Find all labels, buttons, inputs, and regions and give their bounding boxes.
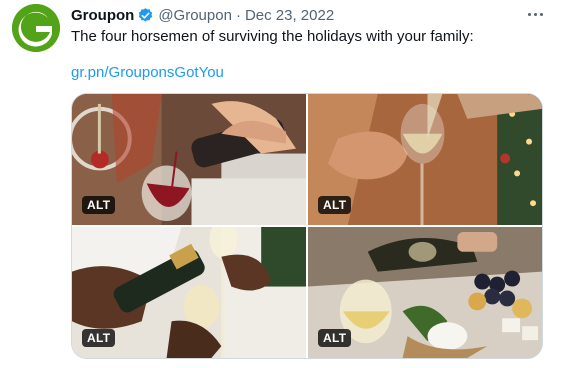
groupon-avatar[interactable] — [12, 4, 60, 52]
tweet-link[interactable]: gr.pn/GrouponsGotYou — [71, 63, 224, 83]
tweet-date[interactable]: Dec 23, 2022 — [245, 7, 334, 24]
alt-badge[interactable]: ALT — [318, 329, 352, 347]
alt-badge[interactable]: ALT — [82, 329, 116, 347]
photo-wine-cheese-board[interactable]: ALT — [308, 227, 542, 358]
author-name[interactable]: Groupon — [71, 7, 134, 24]
alt-badge[interactable]: ALT — [82, 196, 116, 214]
photo-champagne-pour[interactable]: ALT — [72, 227, 306, 358]
author-handle[interactable]: @Groupon — [158, 7, 232, 24]
more-options-icon[interactable] — [524, 5, 546, 23]
alt-badge[interactable]: ALT — [318, 196, 352, 214]
header-separator: · — [235, 6, 241, 24]
verified-badge-icon — [139, 7, 153, 22]
tweet-text: The four horsemen of surviving the holid… — [71, 28, 474, 45]
tweet-header: Groupon @Groupon · Dec 23, 2022 — [71, 5, 334, 25]
photo-red-wine-pour[interactable]: ALT — [72, 94, 306, 225]
media-grid: ALT ALT ALT ALT — [71, 93, 543, 359]
photo-white-wine-glass[interactable]: ALT — [308, 94, 542, 225]
groupon-logo-icon — [12, 4, 60, 52]
